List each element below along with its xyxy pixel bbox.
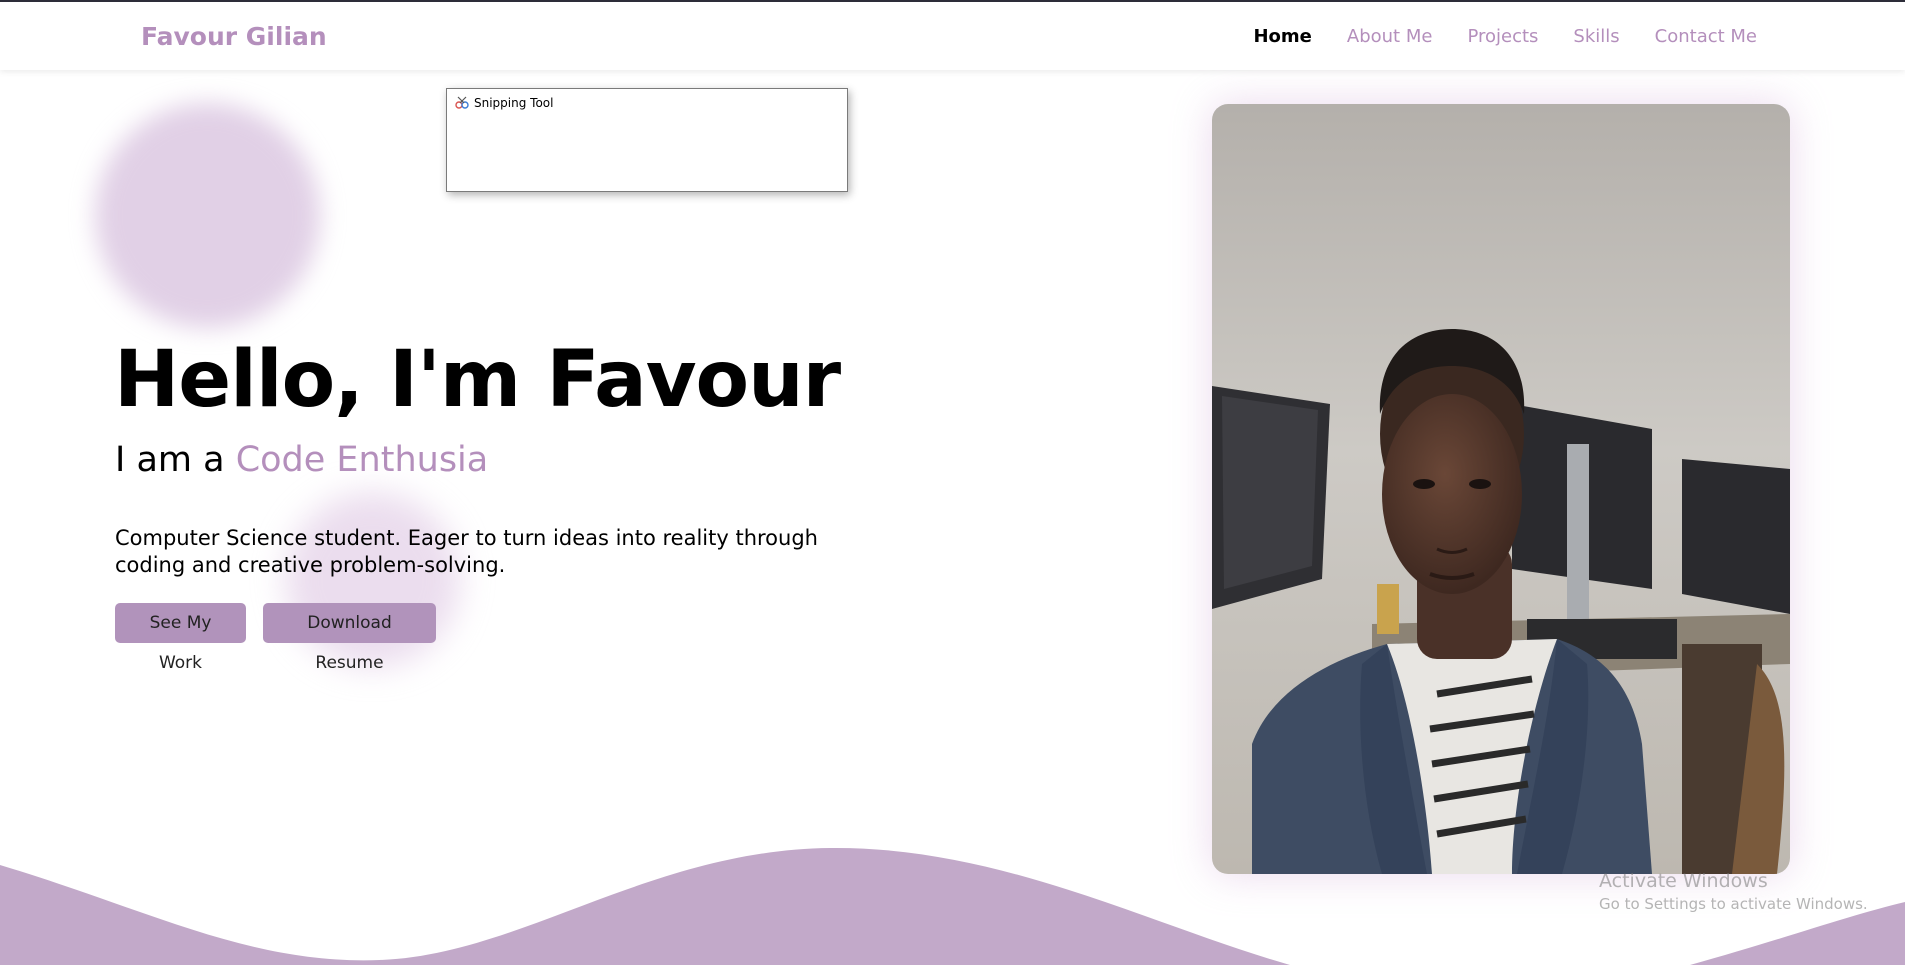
nav-link-about[interactable]: About Me [1347,26,1433,47]
snipping-tool-window[interactable]: Snipping Tool [446,88,848,192]
profile-photo-illustration [1212,104,1790,874]
hero-description: Computer Science student. Eager to turn … [115,526,818,577]
scissors-icon [455,96,469,109]
profile-photo [1212,104,1790,874]
navbar: Favour Gilian Home About Me Projects Ski… [0,2,1905,70]
watermark-subtitle: Go to Settings to activate Windows. [1599,895,1868,913]
hero-subtitle-prefix: I am a [115,440,236,480]
hero-subtitle-typed: Code Enthusia [235,440,489,480]
download-resume-button[interactable]: Download Resume [263,603,436,673]
see-my-work-button[interactable]: See My Work [115,603,246,673]
brand-logo[interactable]: Favour Gilian [141,22,327,51]
nav-link-home[interactable]: Home [1253,26,1311,47]
watermark-title: Activate Windows [1599,870,1768,892]
nav-link-skills[interactable]: Skills [1573,26,1619,47]
nav-menu: Home About Me Projects Skills Contact Me [1218,26,1757,47]
decorative-blob-top [95,103,320,328]
snipping-tool-title: Snipping Tool [474,96,554,110]
nav-link-contact[interactable]: Contact Me [1655,26,1757,47]
activate-windows-watermark: Activate Windows Go to Settings to activ… [1599,870,1868,913]
snipping-tool-titlebar[interactable]: Snipping Tool [454,96,553,110]
hero-title: Hello, I'm Favour [114,335,841,425]
hero-subtitle: I am a Code Enthusia [115,440,488,480]
nav-link-projects[interactable]: Projects [1467,26,1538,47]
